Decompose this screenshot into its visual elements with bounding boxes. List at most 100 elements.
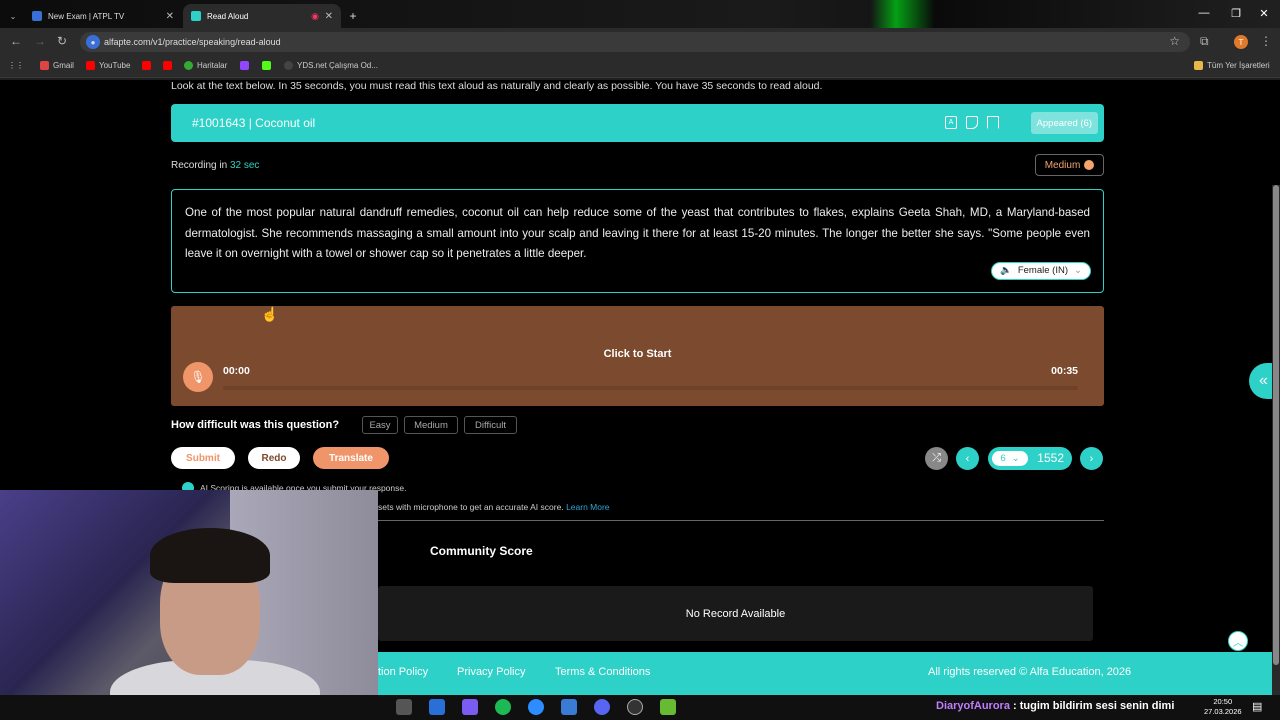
page-current: 6 [1000,453,1006,464]
notification-icon[interactable]: ▤ [1252,700,1262,713]
previous-icon[interactable]: ‹ [956,447,979,470]
url-field[interactable]: ● alfapte.com/v1/practice/speaking/read-… [80,32,1190,52]
terms-link[interactable]: Terms & Conditions [555,666,650,678]
close-window-button[interactable]: ✕ [1248,0,1280,26]
difficulty-badge: Medium [1035,154,1104,176]
bookmark-icon[interactable] [987,116,999,129]
zoom-taskbar-icon[interactable] [528,699,544,715]
mouse-pointer-icon: ☝ [261,306,279,322]
system-clock[interactable]: 20:50 27.03.2026 [1204,697,1242,717]
chrome-taskbar-icon[interactable] [396,699,412,715]
new-tab-button[interactable]: + [344,4,362,28]
tab-title: New Exam | ATPL TV [48,11,125,21]
obs-taskbar-icon[interactable] [627,699,643,715]
bookmark-yds[interactable]: YDS.net Çalışma Od... [284,61,378,70]
close-tab-icon[interactable]: ✕ [166,11,174,22]
recording-indicator-icon: ◉ [311,10,319,21]
scroll-to-top-icon[interactable]: ︿ [1228,631,1248,651]
chat-ticker: DiaryofAurora : tugim bildirim sesi seni… [936,700,1174,712]
address-bar-row: ← → ↻ ● alfapte.com/v1/practice/speaking… [0,28,1280,56]
bookmark-label: Haritalar [197,61,228,70]
bookmark-all[interactable]: Tüm Yer İşaretleri [1194,61,1270,70]
webcam-person-hair [150,528,270,583]
app-taskbar-icon-2[interactable] [462,699,478,715]
click-to-start[interactable]: Click to Start [171,348,1104,360]
recorder-panel[interactable]: Click to Start 🎙 00:00 00:35 [171,306,1104,406]
app-taskbar-icon[interactable] [429,699,445,715]
submit-button[interactable]: Submit [171,447,235,469]
minimize-button[interactable]: — [1188,0,1220,26]
bookmark-maps[interactable]: Haritalar [184,61,227,70]
privacy-policy-link[interactable]: Privacy Policy [457,666,525,678]
voice-select[interactable]: 🔈 Female (IN) ⌄ [991,262,1091,280]
tab-search-button[interactable]: ⌄ [6,4,20,28]
menu-icon[interactable]: ⋮ [1260,34,1272,48]
bookmark-label: Tüm Yer İşaretleri [1207,61,1270,70]
recording-progress-bar [223,386,1078,390]
extensions-icon[interactable]: ⧉ [1200,34,1209,49]
difficulty-dot-icon [1084,160,1095,170]
profile-avatar[interactable]: T [1234,35,1248,49]
refund-policy-link[interactable]: tion Policy [378,666,428,678]
difficulty-difficult-button[interactable]: Difficult [464,416,517,434]
difficulty-medium-button[interactable]: Medium [404,416,458,434]
ticker-user: DiaryofAurora [936,700,1010,712]
page-scrollbar[interactable] [1272,185,1280,695]
question-title: #1001643 | Coconut oil [192,116,316,130]
tab-read-aloud[interactable]: Read Aloud ◉ ✕ [183,4,341,28]
close-tab-icon[interactable]: ✕ [325,11,333,22]
atpl-favicon-icon [32,11,42,21]
difficulty-easy-button[interactable]: Easy [362,416,398,434]
tab-bar: ⌄ New Exam | ATPL TV ✕ Read Aloud ◉ ✕ + … [0,0,1280,28]
bookmark-youtube-2[interactable] [142,61,151,70]
recording-seconds: 32 sec [229,160,260,171]
chevron-down-icon: ⌄ [1074,264,1082,276]
page-select[interactable]: 6 ⌄ [992,451,1028,466]
back-icon[interactable]: ← [10,34,22,48]
footer: tion Policy Privacy Policy Terms & Condi… [378,652,1280,695]
bookmark-youtube[interactable]: YouTube [86,61,130,70]
bookmark-label: YDS.net Çalışma Od... [297,61,378,70]
bookmark-label: YouTube [99,61,131,70]
page-total: 1552 [1037,451,1064,465]
learn-more-link[interactable]: Learn More [566,502,609,512]
mic-site-icon[interactable]: ● [86,35,100,49]
copyright-text: All rights reserved © Alfa Education, 20… [928,666,1132,678]
bookmark-twitch[interactable] [240,61,249,70]
scrollbar-thumb[interactable] [1273,185,1279,665]
tab-new-exam[interactable]: New Exam | ATPL TV ✕ [24,4,182,28]
spotify-taskbar-icon[interactable] [495,699,511,715]
discord-taskbar-icon[interactable] [594,699,610,715]
apps-icon[interactable]: ⋮⋮ [8,61,24,70]
tab-title: Read Aloud [207,11,249,21]
taskbar: DiaryofAurora : tugim bildirim sesi seni… [0,695,1280,720]
bookmark-kick[interactable] [262,61,271,70]
divider [378,520,1104,521]
clock-date: 27.03.2026 [1204,707,1242,716]
forward-icon[interactable]: → [34,34,46,48]
reload-icon[interactable]: ↻ [57,34,67,48]
alfa-favicon-icon [191,11,201,21]
next-icon[interactable]: › [1080,447,1103,470]
bookmark-label: Gmail [53,61,74,70]
translate-button[interactable]: Translate [313,447,389,469]
app-taskbar-icon-4[interactable] [660,699,676,715]
comment-icon[interactable] [966,116,978,129]
no-record-message: No Record Available [378,586,1093,641]
recording-label: Recording in [171,160,228,171]
redo-button[interactable]: Redo [248,447,300,469]
total-time: 00:35 [1051,365,1078,377]
webcam-overlay [0,490,378,720]
difficulty-question: How difficult was this question? [171,419,340,431]
shuffle-icon[interactable]: ⤮ [925,447,948,470]
difficulty-badge-label: Medium [1044,159,1081,171]
microphone-icon[interactable]: 🎙 [183,362,213,392]
bookmark-youtube-3[interactable] [163,61,172,70]
bookmark-gmail[interactable]: Gmail [40,61,74,70]
appeared-badge[interactable]: Appeared (6) [1030,112,1098,134]
passage-text: One of the most popular natural dandruff… [185,206,1090,260]
bookmark-star-icon[interactable]: ☆ [1169,34,1180,48]
voice-label: Female (IN) [1017,264,1068,276]
app-taskbar-icon-3[interactable] [561,699,577,715]
translate-text-icon[interactable]: A [945,116,957,129]
